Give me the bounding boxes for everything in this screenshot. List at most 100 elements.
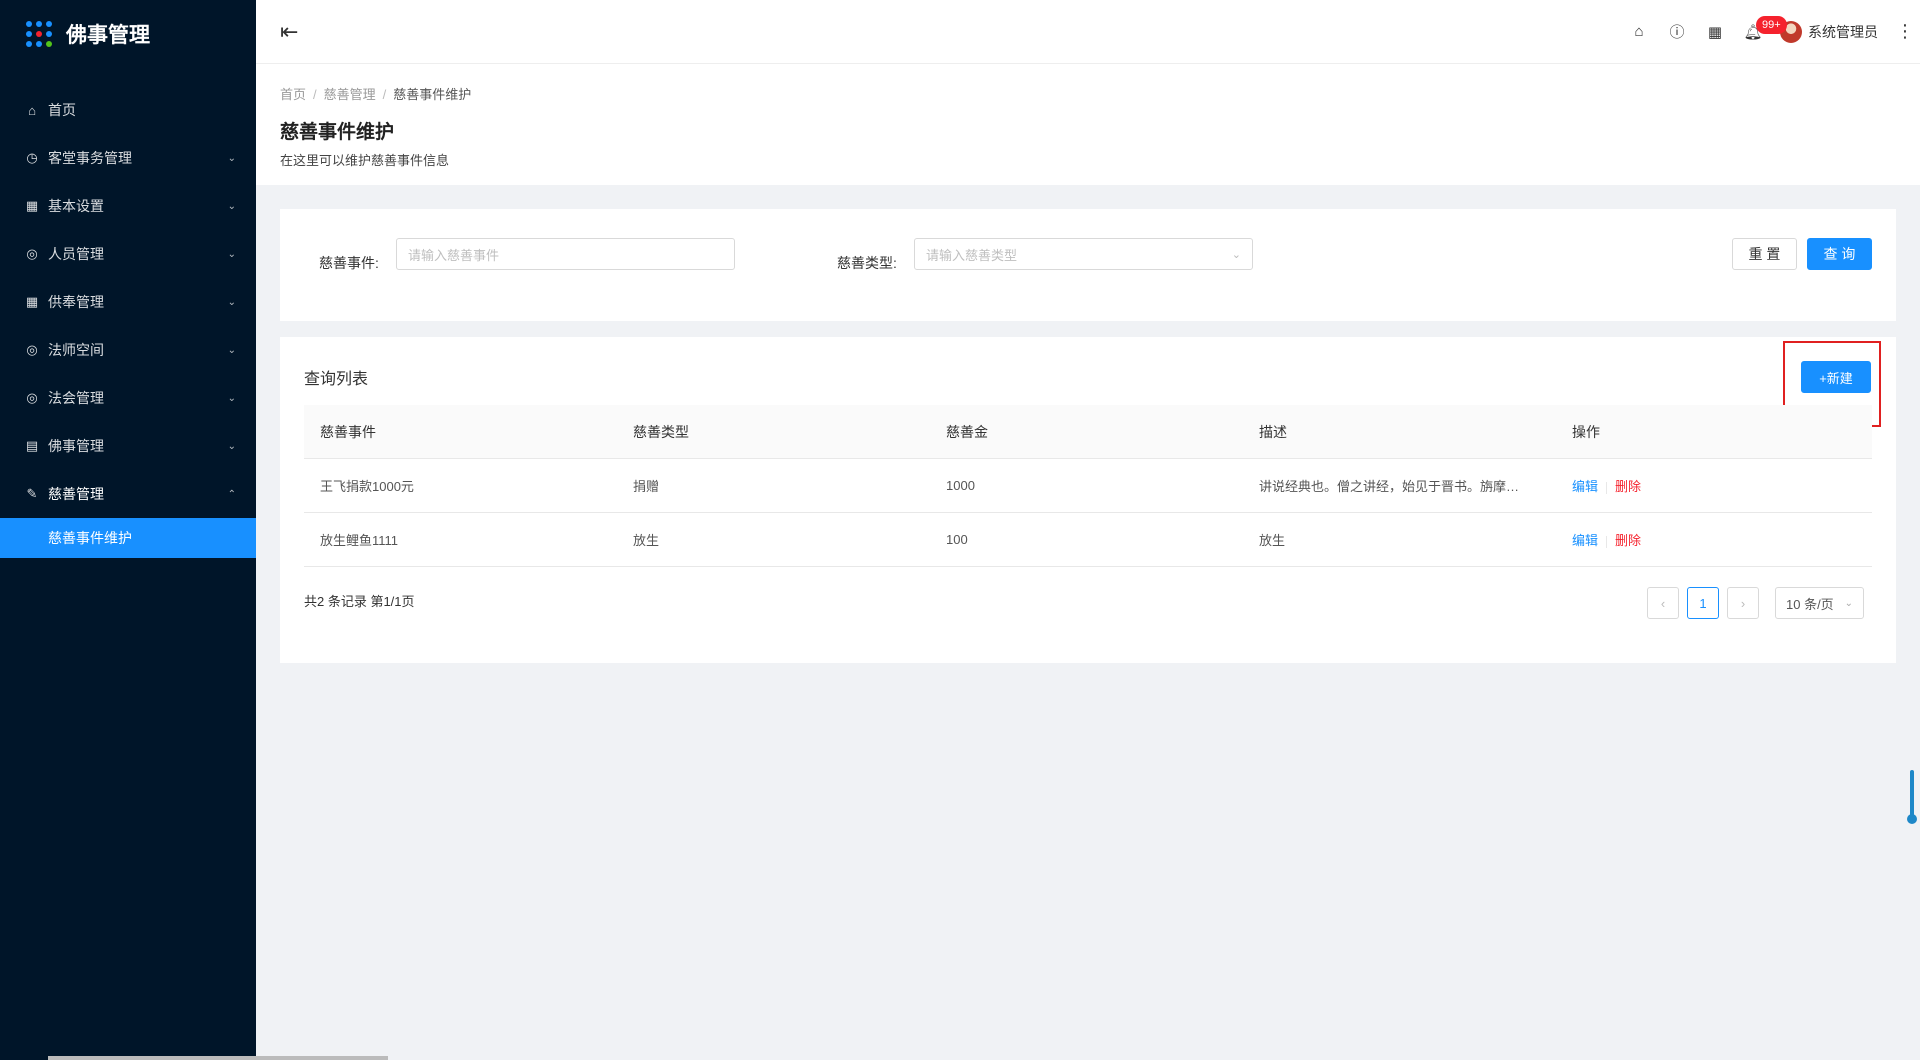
help-icon[interactable]: ⓘ xyxy=(1658,12,1696,52)
breadcrumb-home[interactable]: 首页 xyxy=(280,87,306,102)
dashboard-icon: ◷ xyxy=(26,150,38,165)
logo-dot xyxy=(46,31,52,37)
sidebar-item-label: 佛事管理 xyxy=(48,438,104,454)
sidebar-item-reception[interactable]: ◷ 客堂事务管理 ⌄ xyxy=(0,134,256,182)
breadcrumb: 首页 / 慈善管理 / 慈善事件维护 xyxy=(280,87,472,102)
chevron-down-icon: ⌄ xyxy=(227,392,236,404)
page-size-value: 10 条/页 xyxy=(1786,596,1834,612)
chevron-down-icon: ⌄ xyxy=(227,248,236,260)
reset-button[interactable]: 重 置 xyxy=(1732,238,1797,270)
type-label: 慈善类型: xyxy=(837,255,897,271)
logo-dot xyxy=(46,41,52,47)
search-form: 慈善事件: 请输入慈善事件 慈善类型: 请输入慈善类型 ⌄ 重 置 查 询 xyxy=(280,209,1896,321)
sidebar-item-label: 首页 xyxy=(48,102,76,118)
sidebar-item-offerings[interactable]: ▦ 供奉管理 ⌄ xyxy=(0,278,256,326)
home-icon: ⌂ xyxy=(28,102,36,118)
sidebar-item-label: 人员管理 xyxy=(48,246,104,262)
sidebar-item-label: 客堂事务管理 xyxy=(48,150,132,166)
header-actions: ⌂ ⓘ ▦ 🔔︎ 99+ 系统管理员 ⋮ xyxy=(1620,12,1920,52)
menu-fold-icon[interactable]: ⇤ xyxy=(280,19,304,45)
prev-page-button[interactable]: ‹ xyxy=(1647,587,1679,619)
cell-desc: 放生 xyxy=(1259,533,1286,548)
sidebar-item-basic-settings[interactable]: ▦ 基本设置 ⌄ xyxy=(0,182,256,230)
home-icon[interactable]: ⌂ xyxy=(1620,12,1658,52)
edit-link[interactable]: 编辑 xyxy=(1572,479,1598,494)
page-title: 慈善事件维护 xyxy=(280,122,395,143)
sidebar-item-label: 法师空间 xyxy=(48,342,104,358)
sidebar-item-buddhist-affairs[interactable]: ▤ 佛事管理 ⌄ xyxy=(0,422,256,470)
chevron-down-icon: ⌄ xyxy=(227,152,236,164)
delete-link[interactable]: 删除 xyxy=(1615,533,1641,548)
logo-dot xyxy=(36,31,42,37)
type-select[interactable]: 请输入慈善类型 ⌄ xyxy=(914,238,1253,270)
profile-icon: ▤ xyxy=(25,438,39,453)
horizontal-scrollbar[interactable] xyxy=(48,1056,388,1060)
top-header: ⇤ ⌂ ⓘ ▦ 🔔︎ 99+ 系统管理员 ⋮ xyxy=(256,0,1920,64)
bell-icon[interactable]: 🔔︎ 99+ xyxy=(1734,12,1787,52)
sidebar-item-label: 供奉管理 xyxy=(48,294,104,310)
logo-dot xyxy=(46,21,52,27)
table-icon: ▦ xyxy=(25,294,39,309)
scrollbar-knob[interactable] xyxy=(1907,814,1917,824)
cell-amount: 1000 xyxy=(946,478,975,493)
total-records: 共2 条记录 第1/1页 xyxy=(304,594,415,609)
query-button[interactable]: 查 询 xyxy=(1807,238,1872,270)
page-header: 首页 / 慈善管理 / 慈善事件维护 慈善事件维护 在这里可以维护慈善事件信息 xyxy=(256,64,1920,185)
sidebar-item-ceremony[interactable]: ◎ 法会管理 ⌄ xyxy=(0,374,256,422)
sidebar-item-master-space[interactable]: ◎ 法师空间 ⌄ xyxy=(0,326,256,374)
check-circle-icon: ◎ xyxy=(26,390,38,405)
logo: 佛事管理 xyxy=(0,0,256,68)
more-vertical-icon[interactable]: ⋮ xyxy=(1896,21,1914,42)
app-grid-icon xyxy=(26,21,52,47)
sidebar-item-charity[interactable]: ✎ 慈善管理 ⌃ xyxy=(0,470,256,518)
apps-icon[interactable]: ▦ xyxy=(1696,12,1734,52)
user-menu[interactable]: 系统管理员 xyxy=(1780,20,1878,43)
logo-dot xyxy=(26,21,32,27)
logo-dot xyxy=(26,41,32,47)
chevron-right-icon: › xyxy=(1740,595,1746,611)
cell-desc: 讲说经典也。僧之讲经，始见于晋书。旃摩… xyxy=(1259,479,1520,494)
delete-link[interactable]: 删除 xyxy=(1615,479,1641,494)
breadcrumb-current: 慈善事件维护 xyxy=(393,87,472,102)
column-header: 慈善类型 xyxy=(633,423,689,440)
check-circle-icon: ◎ xyxy=(26,246,38,261)
cell-type: 捐赠 xyxy=(633,479,660,494)
edit-link[interactable]: 编辑 xyxy=(1572,533,1598,548)
page-size-select[interactable]: 10 条/页 ⌄ xyxy=(1775,587,1864,619)
sidebar-item-label: 法会管理 xyxy=(48,390,104,406)
cell-amount: 100 xyxy=(946,532,968,547)
chevron-down-icon: ⌄ xyxy=(1231,248,1241,261)
column-header: 慈善金 xyxy=(946,423,988,440)
chevron-left-icon: ‹ xyxy=(1660,595,1666,611)
chevron-down-icon: ⌄ xyxy=(1844,597,1853,609)
sidebar-item-label: 慈善管理 xyxy=(48,486,104,502)
event-label: 慈善事件: xyxy=(319,255,379,271)
chevron-up-icon: ⌃ xyxy=(227,488,236,500)
notification-badge: 99+ xyxy=(1756,15,1787,34)
next-page-button[interactable]: › xyxy=(1727,587,1759,619)
event-input-placeholder: 请输入慈善事件 xyxy=(408,247,500,263)
sidebar-item-label: 基本设置 xyxy=(48,198,104,214)
check-circle-icon: ◎ xyxy=(26,342,38,357)
sidebar: 佛事管理 ⌂ 首页 ◷ 客堂事务管理 ⌄ ▦ 基本设置 ⌄ ◎ 人员管理 ⌄ ▦… xyxy=(0,0,256,1060)
cell-actions: 编辑 删除 xyxy=(1556,530,1872,549)
sidebar-item-personnel[interactable]: ◎ 人员管理 ⌄ xyxy=(0,230,256,278)
sidebar-subitem-charity-events[interactable]: 慈善事件维护 xyxy=(0,518,256,558)
breadcrumb-charity[interactable]: 慈善管理 xyxy=(324,87,376,102)
app-title: 佛事管理 xyxy=(66,24,150,47)
page-number[interactable]: 1 xyxy=(1687,587,1719,619)
event-input[interactable]: 请输入慈善事件 xyxy=(396,238,735,270)
type-select-placeholder: 请输入慈善类型 xyxy=(926,247,1018,263)
cell-event: 王飞捐款1000元 xyxy=(320,479,414,494)
table-header: 慈善事件 慈善类型 慈善金 描述 操作 xyxy=(304,405,1872,459)
new-button[interactable]: +新建 xyxy=(1801,361,1871,393)
page-description: 在这里可以维护慈善事件信息 xyxy=(280,153,450,168)
sidebar-menu: ⌂ 首页 ◷ 客堂事务管理 ⌄ ▦ 基本设置 ⌄ ◎ 人员管理 ⌄ ▦ 供奉管理… xyxy=(0,86,256,558)
logo-dot xyxy=(36,21,42,27)
chevron-down-icon: ⌄ xyxy=(227,344,236,356)
chevron-down-icon: ⌄ xyxy=(227,296,236,308)
data-table: 慈善事件 慈善类型 慈善金 描述 操作 王飞捐款1000元 捐赠 1000 讲说… xyxy=(304,405,1872,567)
sidebar-item-home[interactable]: ⌂ 首页 xyxy=(0,86,256,134)
cell-event: 放生鲤鱼1111 xyxy=(320,533,399,548)
table-icon: ▦ xyxy=(25,198,39,213)
